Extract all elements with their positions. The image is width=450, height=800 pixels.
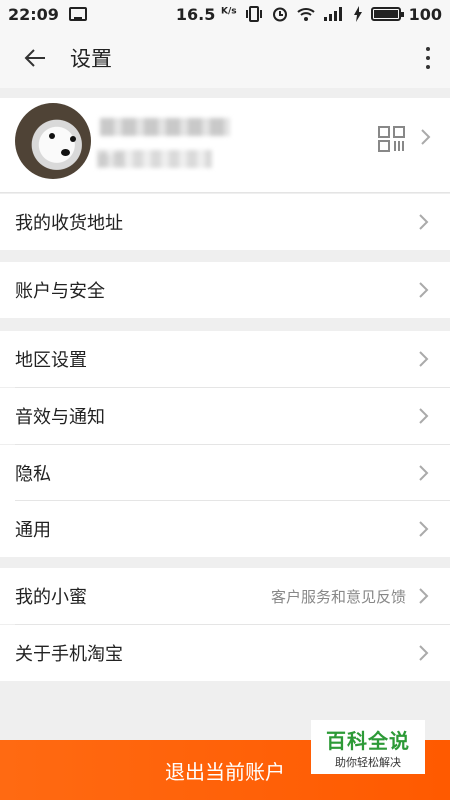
battery-icon	[370, 7, 404, 21]
menu-item-label: 音效与通知	[15, 407, 105, 428]
menu-item-xiaomi[interactable]: 我的小蜜 客户服务和意见反馈	[0, 568, 450, 624]
menu-item-label: 关于手机淘宝	[15, 644, 123, 665]
chevron-right-icon	[419, 465, 429, 481]
alarm-icon	[272, 7, 287, 22]
chevron-right-icon	[419, 645, 429, 661]
menu-item-privacy[interactable]: 隐私	[0, 445, 450, 501]
chevron-right-icon	[419, 214, 429, 230]
qr-code-icon[interactable]	[378, 126, 406, 152]
profile-name-blurred	[100, 118, 230, 136]
wifi-icon	[296, 8, 315, 21]
avatar[interactable]	[15, 103, 91, 179]
back-button[interactable]	[0, 28, 70, 88]
menu-item-address[interactable]: 我的收货地址	[0, 194, 450, 250]
profile-card[interactable]: 会员	[0, 98, 450, 193]
chevron-right-icon	[419, 408, 429, 424]
logout-label: 退出当前账户	[165, 759, 285, 784]
chevron-right-icon	[419, 588, 429, 604]
watermark-logo: 百科全说 助你轻松解决	[311, 720, 425, 774]
net-speed: 16.5 K/s	[176, 5, 237, 24]
watermark-subtitle: 助你轻松解决	[335, 755, 401, 769]
vibrate-icon	[245, 6, 262, 22]
menu-item-general[interactable]: 通用	[0, 501, 450, 557]
menu-item-account-security[interactable]: 账户与安全	[0, 262, 450, 318]
status-bar: 22:09 16.5 K/s 100	[0, 0, 450, 28]
menu-item-label: 地区设置	[15, 350, 87, 371]
chevron-right-icon	[419, 521, 429, 537]
title-bar: 设置	[0, 28, 450, 88]
chevron-right-icon	[421, 129, 431, 145]
net-speed-value: 16.5	[175, 4, 216, 24]
chevron-right-icon	[419, 351, 429, 367]
profile-subtitle-prefix: 会员	[97, 153, 125, 169]
menu-item-label: 我的小蜜	[15, 587, 87, 608]
menu-item-sound-notify[interactable]: 音效与通知	[0, 388, 450, 444]
page-title: 设置	[70, 47, 112, 71]
profile-subtitle-blurred: 会员	[97, 150, 212, 169]
arrow-left-icon[interactable]	[24, 48, 46, 68]
menu-item-subtitle: 客户服务和意见反馈	[270, 587, 406, 606]
menu-item-label: 隐私	[15, 464, 51, 485]
watermark-title: 百科全说	[326, 728, 410, 753]
menu-item-label: 账户与安全	[15, 281, 105, 302]
status-right: 16.5 K/s 100	[176, 5, 442, 24]
net-speed-unit: K/s	[220, 6, 237, 17]
menu-item-region[interactable]: 地区设置	[0, 331, 450, 387]
chevron-right-icon	[419, 282, 429, 298]
battery-percent: 100	[408, 4, 442, 24]
status-time: 22:09	[8, 4, 59, 24]
signal-icon	[323, 7, 342, 21]
notification-icon	[68, 7, 87, 21]
more-button[interactable]	[406, 28, 450, 88]
menu-item-about[interactable]: 关于手机淘宝	[0, 625, 450, 681]
menu-item-label: 我的收货地址	[15, 213, 123, 234]
more-vertical-icon[interactable]	[426, 47, 430, 51]
charging-icon	[353, 6, 362, 22]
menu-item-label: 通用	[15, 520, 51, 541]
